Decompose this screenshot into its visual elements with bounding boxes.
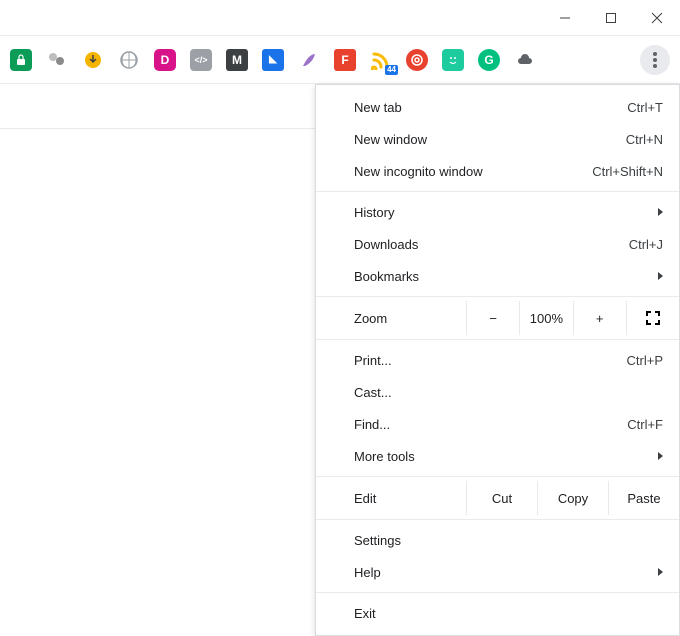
menu-find[interactable]: Find... Ctrl+F [316,408,679,440]
menu-settings[interactable]: Settings [316,524,679,556]
menu-help[interactable]: Help [316,556,679,588]
ext-code[interactable]: </> [190,49,212,71]
menu-label: Help [354,565,658,580]
ext-spiral[interactable] [406,49,428,71]
balls-icon [47,50,67,70]
lock-icon [15,54,27,66]
ext-green-lock[interactable] [10,49,32,71]
fullscreen-button[interactable] [626,301,679,335]
edit-label: Edit [316,491,466,506]
menu-label: Settings [354,533,663,548]
ext-d-glyph: D [161,53,170,67]
menu-shortcut: Ctrl+T [627,100,663,115]
feather-icon [299,50,319,70]
kebab-icon [653,52,657,68]
ext-m[interactable]: M [226,49,248,71]
minimize-button[interactable] [542,0,588,36]
close-button[interactable] [634,0,680,36]
menu-downloads[interactable]: Downloads Ctrl+J [316,228,679,260]
menu-label: Exit [354,606,663,621]
zoom-out-button[interactable]: − [466,301,519,335]
menu-edit-row: Edit Cut Copy Paste [316,481,679,515]
edit-cut-button[interactable]: Cut [466,481,537,515]
chrome-menu-button[interactable] [640,45,670,75]
menu-label: Bookmarks [354,269,658,284]
menu-bookmarks[interactable]: Bookmarks [316,260,679,292]
ext-idm[interactable] [82,49,104,71]
ext-feather[interactable] [298,49,320,71]
ext-m-glyph: M [232,53,242,67]
zoom-label: Zoom [316,311,466,326]
zoom-in-button[interactable]: + [573,301,626,335]
menu-shortcut: Ctrl+Shift+N [592,164,663,179]
edit-copy-button[interactable]: Copy [537,481,608,515]
chevron-right-icon [658,272,663,280]
menu-exit[interactable]: Exit [316,597,679,629]
zoom-value: 100% [519,301,572,335]
ext-f[interactable]: F [334,49,356,71]
idm-icon [83,50,103,70]
ext-cloud[interactable] [514,49,536,71]
ext-code-glyph: </> [194,55,207,65]
menu-separator [316,519,679,520]
menu-print[interactable]: Print... Ctrl+P [316,344,679,376]
menu-separator [316,296,679,297]
ext-rss[interactable]: 44 [370,49,392,71]
menu-more-tools[interactable]: More tools [316,440,679,472]
ext-tag[interactable]: ◣ [262,49,284,71]
fullscreen-icon [646,311,660,325]
cloud-icon [515,53,535,67]
menu-label: Downloads [354,237,629,252]
close-icon [651,12,663,24]
ext-f-glyph: F [341,53,348,67]
menu-zoom-row: Zoom − 100% + [316,301,679,335]
ext-rss-badge: 44 [385,65,398,75]
content-divider [0,128,320,129]
spiral-icon [410,53,424,67]
chevron-right-icon [658,452,663,460]
menu-separator [316,592,679,593]
menu-separator [316,476,679,477]
menu-shortcut: Ctrl+N [626,132,663,147]
basket-icon [119,50,139,70]
extensions-toolbar: D </> M ◣ F 44 G [0,36,680,84]
ext-d[interactable]: D [154,49,176,71]
edit-paste-button[interactable]: Paste [608,481,679,515]
menu-shortcut: Ctrl+P [627,353,663,368]
maximize-button[interactable] [588,0,634,36]
menu-label: New incognito window [354,164,592,179]
minimize-icon [559,12,571,24]
menu-separator [316,339,679,340]
menu-history[interactable]: History [316,196,679,228]
window-titlebar [0,0,680,36]
ext-basket[interactable] [118,49,140,71]
ext-g[interactable]: G [478,49,500,71]
menu-label: Print... [354,353,627,368]
menu-shortcut: Ctrl+F [627,417,663,432]
menu-shortcut: Ctrl+J [629,237,663,252]
menu-label: New window [354,132,626,147]
menu-label: History [354,205,658,220]
menu-new-incognito[interactable]: New incognito window Ctrl+Shift+N [316,155,679,187]
ext-smile[interactable] [442,49,464,71]
menu-label: Cast... [354,385,663,400]
chevron-right-icon [658,208,663,216]
ext-gray-balls[interactable] [46,49,68,71]
menu-new-tab[interactable]: New tab Ctrl+T [316,91,679,123]
ext-g-glyph: G [484,53,493,67]
menu-label: Find... [354,417,627,432]
chrome-menu: New tab Ctrl+T New window Ctrl+N New inc… [315,84,680,636]
menu-cast[interactable]: Cast... [316,376,679,408]
menu-label: More tools [354,449,658,464]
menu-separator [316,191,679,192]
menu-label: New tab [354,100,627,115]
chevron-right-icon [658,568,663,576]
maximize-icon [605,12,617,24]
smile-icon [446,53,460,67]
menu-new-window[interactable]: New window Ctrl+N [316,123,679,155]
ext-tag-glyph: ◣ [269,54,277,65]
